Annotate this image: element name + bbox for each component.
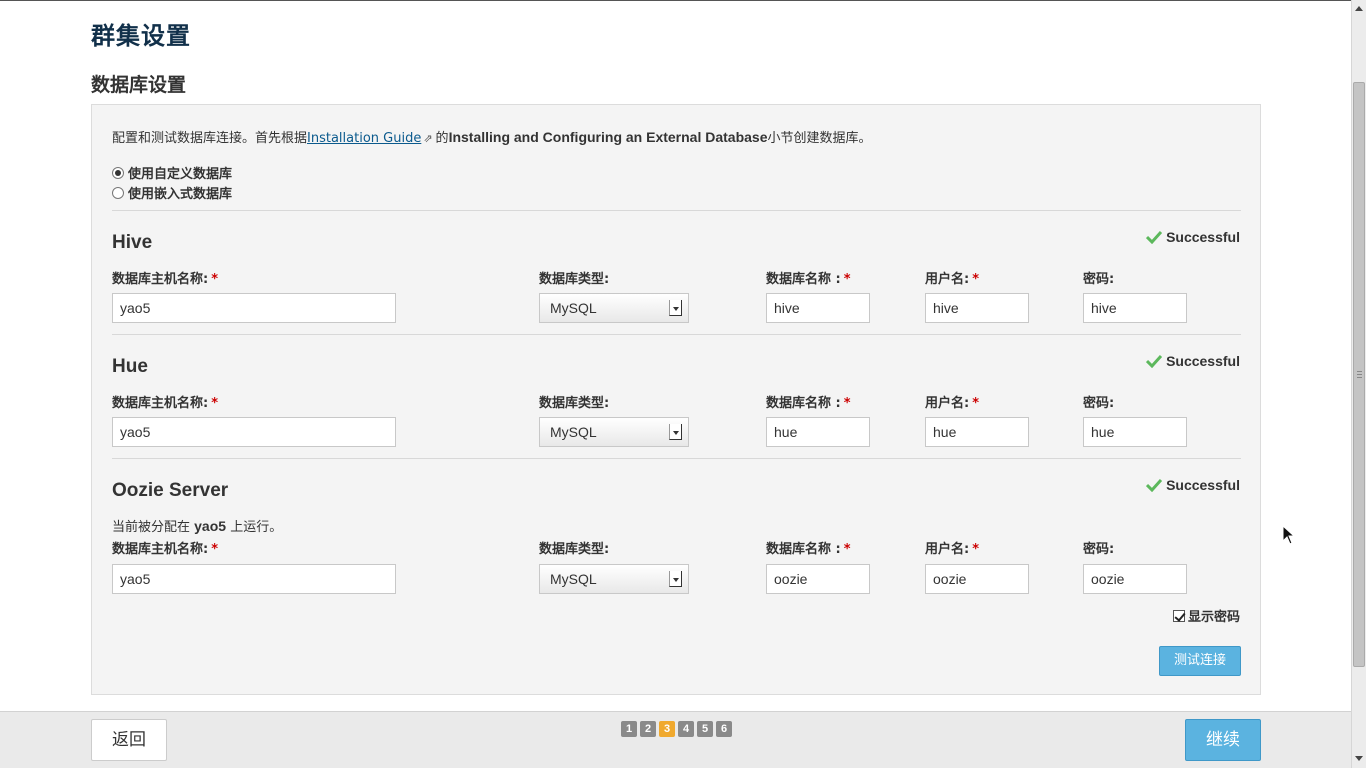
external-link-icon: ⇗ bbox=[423, 132, 433, 145]
step-4: 4 bbox=[678, 721, 694, 737]
label-password: 密码: bbox=[1083, 396, 1115, 411]
hue-db-type-select[interactable]: MySQL bbox=[539, 417, 689, 447]
radio-label: 使用自定义数据库 bbox=[128, 167, 233, 182]
radio-label: 使用嵌入式数据库 bbox=[128, 187, 233, 202]
select-value: MySQL bbox=[550, 424, 597, 440]
section-title: 数据库设置 bbox=[91, 74, 187, 96]
label-user: 用户名: * bbox=[925, 272, 980, 287]
intro-connector: 的 bbox=[435, 131, 449, 146]
dropdown-arrow-icon[interactable] bbox=[669, 571, 682, 587]
vertical-scrollbar[interactable] bbox=[1351, 0, 1366, 768]
hue-password-input[interactable]: hue bbox=[1083, 417, 1187, 447]
dropdown-arrow-icon[interactable] bbox=[669, 424, 682, 440]
database-settings-panel: 配置和测试数据库连接。首先根据Installation Guide ⇗ 的Insta… bbox=[91, 104, 1261, 695]
select-value: MySQL bbox=[550, 300, 597, 316]
back-button[interactable]: 返回 bbox=[91, 719, 167, 761]
top-border bbox=[0, 0, 1351, 1]
label-password: 密码: bbox=[1083, 272, 1115, 287]
status-text: Successful bbox=[1166, 353, 1240, 369]
step-2: 2 bbox=[640, 721, 656, 737]
status-text: Successful bbox=[1166, 229, 1240, 245]
step-5: 5 bbox=[697, 721, 713, 737]
hue-user-input[interactable]: hue bbox=[925, 417, 1029, 447]
scrollbar-thumb[interactable] bbox=[1353, 82, 1365, 667]
scroll-down-icon[interactable] bbox=[1354, 753, 1364, 765]
installation-guide-link[interactable]: Installation Guide bbox=[307, 131, 421, 146]
status-hue: Successful bbox=[1146, 353, 1240, 369]
check-icon bbox=[1146, 354, 1163, 368]
page-title: 群集设置 bbox=[91, 22, 191, 50]
oozie-host-input[interactable]: yao5 bbox=[112, 564, 396, 594]
check-icon bbox=[1146, 478, 1163, 492]
label-user: 用户名: * bbox=[925, 396, 980, 411]
dropdown-arrow-icon[interactable] bbox=[669, 300, 682, 316]
show-password-checkbox[interactable] bbox=[1172, 609, 1185, 622]
status-oozie: Successful bbox=[1146, 477, 1240, 493]
divider bbox=[112, 334, 1241, 335]
service-name-oozie: Oozie Server bbox=[112, 480, 229, 501]
radio-button[interactable] bbox=[112, 166, 124, 179]
select-value: MySQL bbox=[550, 571, 597, 587]
oozie-db-type-select[interactable]: MySQL bbox=[539, 564, 689, 594]
status-text: Successful bbox=[1166, 477, 1240, 493]
scroll-up-icon[interactable] bbox=[1354, 3, 1364, 15]
show-password-label: 显示密码 bbox=[1187, 610, 1240, 625]
test-connection-button[interactable]: 测试连接 bbox=[1159, 646, 1241, 676]
show-password-toggle[interactable]: 显示密码 bbox=[1172, 606, 1240, 625]
label-type: 数据库类型: bbox=[539, 272, 610, 287]
step-indicator: 1 2 3 4 5 6 bbox=[621, 721, 732, 737]
oozie-password-input[interactable]: oozie bbox=[1083, 564, 1187, 594]
label-type: 数据库类型: bbox=[539, 542, 610, 557]
radio-custom-database[interactable]: 使用自定义数据库 bbox=[112, 163, 232, 182]
oozie-user-input[interactable]: oozie bbox=[925, 564, 1029, 594]
intro-suffix: 小节创建数据库。 bbox=[767, 131, 872, 146]
step-3: 3 bbox=[659, 721, 675, 737]
label-host: 数据库主机名称: * bbox=[112, 542, 219, 557]
radio-embedded-database[interactable]: 使用嵌入式数据库 bbox=[112, 183, 232, 202]
intro-bold-section: Installing and Configuring an External D… bbox=[448, 129, 768, 145]
intro-prefix: 配置和测试数据库连接。首先根据 bbox=[112, 131, 308, 146]
service-name-hue: Hue bbox=[112, 356, 148, 377]
step-1: 1 bbox=[621, 721, 637, 737]
hive-host-input[interactable]: yao5 bbox=[112, 293, 396, 323]
hue-db-name-input[interactable]: hue bbox=[766, 417, 870, 447]
label-type: 数据库类型: bbox=[539, 396, 610, 411]
hive-db-name-input[interactable]: hive bbox=[766, 293, 870, 323]
status-hive: Successful bbox=[1146, 229, 1240, 245]
intro-text: 配置和测试数据库连接。首先根据Installation Guide ⇗ 的Insta… bbox=[112, 127, 872, 146]
label-password: 密码: bbox=[1083, 542, 1115, 557]
oozie-db-name-input[interactable]: oozie bbox=[766, 564, 870, 594]
label-dbname: 数据库名称 : * bbox=[766, 396, 851, 411]
grip-icon bbox=[1357, 371, 1362, 378]
radio-button[interactable] bbox=[112, 186, 124, 199]
label-dbname: 数据库名称 : * bbox=[766, 542, 851, 557]
footer-bar: 返回 1 2 3 4 5 6 继续 bbox=[0, 711, 1351, 768]
mouse-cursor-icon bbox=[1282, 525, 1294, 545]
hive-password-input[interactable]: hive bbox=[1083, 293, 1187, 323]
label-host: 数据库主机名称: * bbox=[112, 272, 219, 287]
oozie-assigned-host: 当前被分配在 yao5 上运行。 bbox=[112, 518, 283, 535]
hue-host-input[interactable]: yao5 bbox=[112, 417, 396, 447]
hive-db-type-select[interactable]: MySQL bbox=[539, 293, 689, 323]
hive-user-input[interactable]: hive bbox=[925, 293, 1029, 323]
label-dbname: 数据库名称 : * bbox=[766, 272, 851, 287]
continue-button[interactable]: 继续 bbox=[1185, 719, 1261, 761]
divider bbox=[112, 458, 1241, 459]
step-6: 6 bbox=[716, 721, 732, 737]
service-name-hive: Hive bbox=[112, 232, 153, 253]
label-host: 数据库主机名称: * bbox=[112, 396, 219, 411]
label-user: 用户名: * bbox=[925, 542, 980, 557]
divider bbox=[112, 210, 1241, 211]
check-icon bbox=[1146, 230, 1163, 244]
